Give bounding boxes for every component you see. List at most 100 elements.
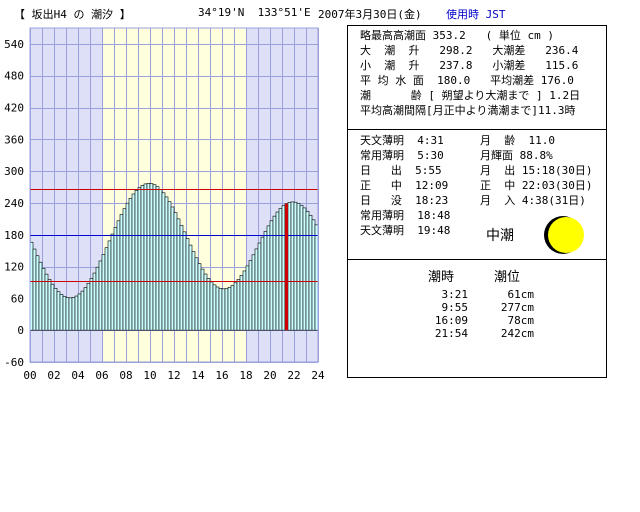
tide-bar <box>113 227 118 331</box>
y-tick-label: 360 <box>4 133 24 146</box>
tide-bar <box>98 260 103 331</box>
x-tick-label: 24 <box>311 369 325 382</box>
tide-bar <box>77 293 82 331</box>
astro-row: 常用薄明 18:48 <box>360 209 451 222</box>
y-tick-label: -60 <box>4 356 24 369</box>
x-tick-label: 14 <box>191 369 205 382</box>
moon-row: 月輝面 88.8% <box>480 149 553 162</box>
tide-bar <box>137 187 142 331</box>
x-tick-label: 16 <box>215 369 228 382</box>
current-time-bar <box>285 203 288 331</box>
tide-level: 61cm <box>507 288 535 301</box>
tide-bar <box>140 184 145 331</box>
y-tick-label: 420 <box>4 102 24 115</box>
astro-row: 常用薄明 5:30 <box>360 149 444 162</box>
tide-bar <box>56 291 61 331</box>
x-tick-label: 12 <box>167 369 180 382</box>
tide-bar <box>68 297 73 331</box>
y-tick-label: 60 <box>11 292 24 305</box>
tide-bar <box>47 279 52 331</box>
moon-row: 月 出 15:18(30日) <box>480 164 593 177</box>
y-tick-label: 240 <box>4 197 24 210</box>
tide-bar <box>248 260 253 331</box>
tide-bar <box>125 202 130 331</box>
astro-row: 日 没 18:23 <box>360 194 449 207</box>
tide-bar <box>35 255 40 331</box>
tide-bar <box>254 248 259 331</box>
tide-bar <box>110 233 115 331</box>
tide-bar <box>203 273 208 331</box>
tide-bar <box>239 275 244 331</box>
tide-bar <box>212 284 217 331</box>
tide-bar <box>185 238 190 331</box>
info-row: 大 潮 升 298.2 大潮差 236.4 <box>360 44 579 57</box>
tide-type-label: 中潮 <box>486 228 514 244</box>
tide-bar <box>128 197 133 331</box>
tide-bar <box>206 278 211 331</box>
tide-bar <box>209 281 214 331</box>
tide-bar <box>218 288 223 331</box>
tide-bar <box>296 203 301 331</box>
astro-row: 正 中 12:09 <box>360 179 449 192</box>
tide-bar <box>32 248 37 331</box>
tide-bar <box>215 286 220 331</box>
tide-time: 9:55 <box>441 301 469 314</box>
tide-bar <box>101 254 106 331</box>
y-tick-label: 300 <box>4 165 24 178</box>
tide-bar <box>293 201 298 331</box>
tide-bar <box>170 206 175 331</box>
tide-bar <box>44 273 49 331</box>
tide-bar <box>188 244 193 331</box>
tide-bar <box>161 192 166 331</box>
tide-bar <box>74 295 79 331</box>
tide-bar <box>311 219 316 331</box>
tide-bar <box>233 282 238 331</box>
tide-bar <box>236 279 241 331</box>
tide-bar <box>86 282 91 331</box>
tide-bar <box>173 212 178 331</box>
tide-bar <box>179 224 184 331</box>
tide-bar <box>146 183 151 331</box>
tide-bar <box>230 285 235 331</box>
tide-bar <box>302 207 307 331</box>
tide-bar <box>62 296 67 331</box>
tide-bar <box>164 196 169 331</box>
moon-row: 正 中 22:03(30日) <box>480 179 593 192</box>
x-tick-label: 06 <box>95 369 108 382</box>
tide-bar <box>275 211 280 331</box>
tide-times-panel: 潮時 潮位 3:21 61cm 9:55 277cm 16:09 78cm 21… <box>347 259 607 378</box>
tide-bar <box>272 215 277 331</box>
tide-bar <box>80 290 85 331</box>
tide-bar <box>224 288 229 331</box>
x-tick-label: 00 <box>23 369 36 382</box>
astro-row: 天文薄明 4:31 <box>360 134 444 147</box>
tide-bar <box>149 183 154 331</box>
tide-bar <box>95 266 100 331</box>
tide-bar <box>278 208 283 331</box>
tide-bar <box>257 242 262 331</box>
tide-bar <box>290 201 295 331</box>
tide-bar <box>119 214 124 331</box>
tide-bar <box>65 297 70 331</box>
tide-chart: 540 480 420 360 300 240 180 120 60 0 -6000 02 04 06 08… <box>4 27 325 382</box>
tide-bar <box>53 288 58 331</box>
moon-phase-icon <box>544 216 584 254</box>
tide-time: 16:09 <box>434 314 468 327</box>
tide-bar <box>107 240 112 331</box>
astro-row: 天文薄明 19:48 <box>360 224 451 237</box>
tide-bar <box>116 220 121 331</box>
tide-bar <box>251 254 256 331</box>
tide-bar <box>50 283 55 331</box>
tide-bar <box>221 288 226 331</box>
tide-bar <box>245 265 250 331</box>
x-tick-label: 02 <box>47 369 60 382</box>
tide-bar <box>38 261 43 331</box>
tide-bar <box>260 236 265 331</box>
info-row: 平 均 水 面 180.0 平均潮差 176.0 <box>360 74 574 87</box>
tide-level: 242cm <box>500 327 534 340</box>
tide-bar <box>194 257 199 331</box>
tide-bar <box>59 294 64 331</box>
moon-row: 月 齢 11.0 <box>480 134 555 147</box>
x-tick-label: 10 <box>143 369 156 382</box>
info-row: 略最高高潮面 353.2 ( 単位 cm ) <box>360 29 554 42</box>
